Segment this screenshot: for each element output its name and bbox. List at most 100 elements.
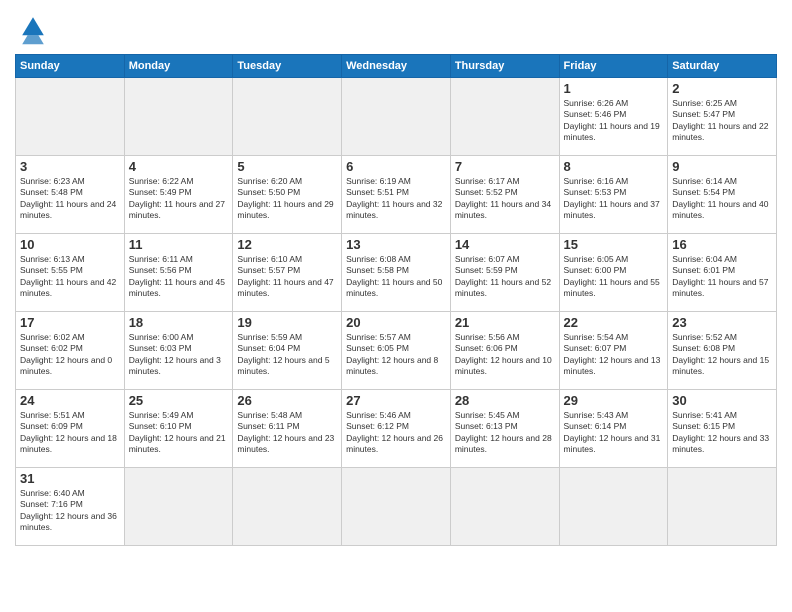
- day-info: Sunrise: 6:08 AM Sunset: 5:58 PM Dayligh…: [346, 254, 446, 300]
- calendar-cell: [16, 78, 125, 156]
- calendar-cell: 27 Sunrise: 5:46 AM Sunset: 6:12 PM Dayli…: [342, 390, 451, 468]
- calendar-cell: 31Sunrise: 6:40 AM Sunset: 7:16 PM Dayli…: [16, 468, 125, 546]
- calendar-cell: [450, 78, 559, 156]
- calendar-cell: 17 Sunrise: 6:02 AM Sunset: 6:02 PM Dayli…: [16, 312, 125, 390]
- day-number: 7: [455, 159, 555, 174]
- calendar-cell: [233, 468, 342, 546]
- day-number: 25: [129, 393, 229, 408]
- day-info: Sunrise: 6:20 AM Sunset: 5:50 PM Dayligh…: [237, 176, 337, 222]
- day-number: 31: [20, 471, 120, 486]
- header-row: SundayMondayTuesdayWednesdayThursdayFrid…: [16, 55, 777, 78]
- day-info: Sunrise: 6:05 AM Sunset: 6:00 PM Dayligh…: [564, 254, 664, 300]
- week-row-4: 17 Sunrise: 6:02 AM Sunset: 6:02 PM Dayli…: [16, 312, 777, 390]
- calendar-cell: 30Sunrise: 5:41 AM Sunset: 6:15 PM Dayli…: [668, 390, 777, 468]
- day-number: 9: [672, 159, 772, 174]
- day-number: 3: [20, 159, 120, 174]
- day-number: 28: [455, 393, 555, 408]
- day-info: Sunrise: 5:45 AM Sunset: 6:13 PM Dayligh…: [455, 410, 555, 456]
- day-number: 11: [129, 237, 229, 252]
- day-info: Sunrise: 5:46 AM Sunset: 6:12 PM Dayligh…: [346, 410, 446, 456]
- day-header-friday: Friday: [559, 55, 668, 78]
- day-header-saturday: Saturday: [668, 55, 777, 78]
- calendar-cell: 6 Sunrise: 6:19 AM Sunset: 5:51 PM Daylig…: [342, 156, 451, 234]
- day-number: 23: [672, 315, 772, 330]
- day-number: 8: [564, 159, 664, 174]
- day-number: 18: [129, 315, 229, 330]
- day-number: 12: [237, 237, 337, 252]
- day-info: Sunrise: 6:07 AM Sunset: 5:59 PM Dayligh…: [455, 254, 555, 300]
- day-info: Sunrise: 5:52 AM Sunset: 6:08 PM Dayligh…: [672, 332, 772, 378]
- day-info: Sunrise: 6:14 AM Sunset: 5:54 PM Dayligh…: [672, 176, 772, 222]
- calendar-cell: 5 Sunrise: 6:20 AM Sunset: 5:50 PM Daylig…: [233, 156, 342, 234]
- day-number: 13: [346, 237, 446, 252]
- day-info: Sunrise: 6:17 AM Sunset: 5:52 PM Dayligh…: [455, 176, 555, 222]
- day-number: 17: [20, 315, 120, 330]
- calendar-cell: [559, 468, 668, 546]
- day-number: 4: [129, 159, 229, 174]
- day-number: 22: [564, 315, 664, 330]
- day-header-wednesday: Wednesday: [342, 55, 451, 78]
- day-number: 20: [346, 315, 446, 330]
- calendar-cell: 16Sunrise: 6:04 AM Sunset: 6:01 PM Dayli…: [668, 234, 777, 312]
- day-number: 10: [20, 237, 120, 252]
- day-number: 19: [237, 315, 337, 330]
- page: SundayMondayTuesdayWednesdayThursdayFrid…: [0, 0, 792, 612]
- calendar-cell: [450, 468, 559, 546]
- week-row-6: 31Sunrise: 6:40 AM Sunset: 7:16 PM Dayli…: [16, 468, 777, 546]
- day-info: Sunrise: 6:23 AM Sunset: 5:48 PM Dayligh…: [20, 176, 120, 222]
- day-info: Sunrise: 6:10 AM Sunset: 5:57 PM Dayligh…: [237, 254, 337, 300]
- calendar-cell: 24 Sunrise: 5:51 AM Sunset: 6:09 PM Dayli…: [16, 390, 125, 468]
- day-number: 6: [346, 159, 446, 174]
- day-info: Sunrise: 5:49 AM Sunset: 6:10 PM Dayligh…: [129, 410, 229, 456]
- day-number: 26: [237, 393, 337, 408]
- day-number: 14: [455, 237, 555, 252]
- day-info: Sunrise: 5:54 AM Sunset: 6:07 PM Dayligh…: [564, 332, 664, 378]
- day-info: Sunrise: 5:48 AM Sunset: 6:11 PM Dayligh…: [237, 410, 337, 456]
- day-header-thursday: Thursday: [450, 55, 559, 78]
- day-info: Sunrise: 5:56 AM Sunset: 6:06 PM Dayligh…: [455, 332, 555, 378]
- day-number: 24: [20, 393, 120, 408]
- day-info: Sunrise: 6:19 AM Sunset: 5:51 PM Dayligh…: [346, 176, 446, 222]
- day-number: 29: [564, 393, 664, 408]
- week-row-5: 24 Sunrise: 5:51 AM Sunset: 6:09 PM Dayli…: [16, 390, 777, 468]
- calendar-cell: [124, 78, 233, 156]
- day-number: 30: [672, 393, 772, 408]
- day-header-tuesday: Tuesday: [233, 55, 342, 78]
- day-number: 2: [672, 81, 772, 96]
- week-row-1: 1Sunrise: 6:26 AM Sunset: 5:46 PM Daylig…: [16, 78, 777, 156]
- calendar-cell: 28 Sunrise: 5:45 AM Sunset: 6:13 PM Dayli…: [450, 390, 559, 468]
- calendar-cell: 4 Sunrise: 6:22 AM Sunset: 5:49 PM Daylig…: [124, 156, 233, 234]
- day-info: Sunrise: 6:25 AM Sunset: 5:47 PM Dayligh…: [672, 98, 772, 144]
- calendar-cell: 12 Sunrise: 6:10 AM Sunset: 5:57 PM Dayli…: [233, 234, 342, 312]
- calendar-cell: [233, 78, 342, 156]
- week-row-2: 3 Sunrise: 6:23 AM Sunset: 5:48 PM Daylig…: [16, 156, 777, 234]
- calendar-cell: 2 Sunrise: 6:25 AM Sunset: 5:47 PM Daylig…: [668, 78, 777, 156]
- calendar-cell: 19Sunrise: 5:59 AM Sunset: 6:04 PM Dayli…: [233, 312, 342, 390]
- day-info: Sunrise: 6:02 AM Sunset: 6:02 PM Dayligh…: [20, 332, 120, 378]
- calendar-cell: [342, 468, 451, 546]
- day-info: Sunrise: 6:00 AM Sunset: 6:03 PM Dayligh…: [129, 332, 229, 378]
- day-info: Sunrise: 6:16 AM Sunset: 5:53 PM Dayligh…: [564, 176, 664, 222]
- day-info: Sunrise: 5:51 AM Sunset: 6:09 PM Dayligh…: [20, 410, 120, 456]
- calendar-cell: 20Sunrise: 5:57 AM Sunset: 6:05 PM Dayli…: [342, 312, 451, 390]
- day-header-sunday: Sunday: [16, 55, 125, 78]
- calendar-cell: 10Sunrise: 6:13 AM Sunset: 5:55 PM Dayli…: [16, 234, 125, 312]
- week-row-3: 10Sunrise: 6:13 AM Sunset: 5:55 PM Dayli…: [16, 234, 777, 312]
- day-info: Sunrise: 6:22 AM Sunset: 5:49 PM Dayligh…: [129, 176, 229, 222]
- day-number: 15: [564, 237, 664, 252]
- day-number: 1: [564, 81, 664, 96]
- calendar-cell: 7 Sunrise: 6:17 AM Sunset: 5:52 PM Daylig…: [450, 156, 559, 234]
- calendar-cell: [342, 78, 451, 156]
- calendar-cell: 26 Sunrise: 5:48 AM Sunset: 6:11 PM Dayli…: [233, 390, 342, 468]
- day-number: 5: [237, 159, 337, 174]
- logo-icon: [15, 10, 51, 46]
- calendar-cell: 8 Sunrise: 6:16 AM Sunset: 5:53 PM Daylig…: [559, 156, 668, 234]
- calendar-cell: [124, 468, 233, 546]
- calendar-cell: 22 Sunrise: 5:54 AM Sunset: 6:07 PM Dayli…: [559, 312, 668, 390]
- calendar-cell: [668, 468, 777, 546]
- day-info: Sunrise: 6:11 AM Sunset: 5:56 PM Dayligh…: [129, 254, 229, 300]
- calendar-cell: 13 Sunrise: 6:08 AM Sunset: 5:58 PM Dayli…: [342, 234, 451, 312]
- calendar-cell: 1Sunrise: 6:26 AM Sunset: 5:46 PM Daylig…: [559, 78, 668, 156]
- day-number: 27: [346, 393, 446, 408]
- header: [15, 10, 777, 46]
